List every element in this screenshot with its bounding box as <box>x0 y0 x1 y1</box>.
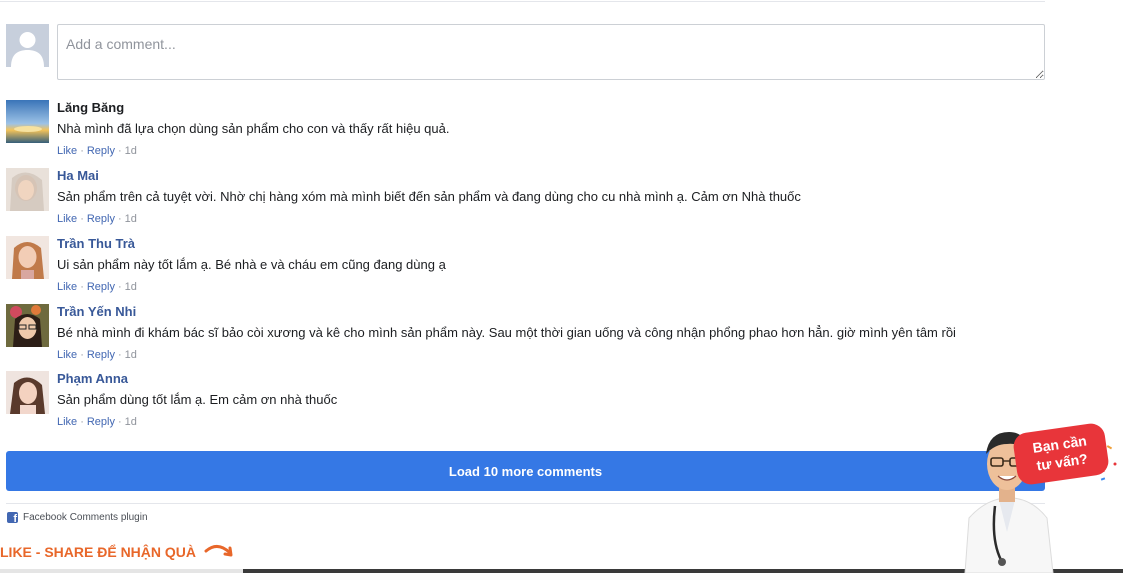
comment-actions: Like · Reply · 1d <box>57 213 137 225</box>
avatar[interactable] <box>6 236 49 279</box>
facebook-icon: f <box>7 511 18 523</box>
comment-author[interactable]: Ha Mai <box>57 168 99 184</box>
like-link[interactable]: Like <box>57 349 77 361</box>
current-user-avatar <box>6 24 49 67</box>
comment-author[interactable]: Phạm Anna <box>57 371 128 387</box>
comment-time: 1d <box>124 349 137 361</box>
reply-link[interactable]: Reply <box>87 349 115 361</box>
comment-text: Bé nhà mình đi khám bác sĩ bảo còi xương… <box>57 325 956 340</box>
like-link[interactable]: Like <box>57 281 77 293</box>
comment-item: Trần Thu Trà Ui sản phẩm này tốt lắm ạ. … <box>6 236 1046 296</box>
comment-time: 1d <box>124 213 137 225</box>
comment-author[interactable]: Lăng Băng <box>57 100 124 116</box>
comment-actions: Like · Reply · 1d <box>57 349 137 361</box>
comment-text: Sản phẩm trên cả tuyệt vời. Nhờ chị hàng… <box>57 189 801 204</box>
comment-author[interactable]: Trần Thu Trà <box>57 236 135 252</box>
comment-actions: Like · Reply · 1d <box>57 416 137 428</box>
promo-banner: LIKE - SHARE ĐỂ NHẬN QUÀ <box>0 543 234 561</box>
plugin-label: Facebook Comments plugin <box>23 511 148 523</box>
comment-item: Lăng Băng Nhà mình đã lựa chọn dùng sản … <box>6 100 1046 160</box>
promo-text: LIKE - SHARE ĐỂ NHẬN QUÀ <box>0 544 197 560</box>
bottom-bar-left <box>0 569 243 573</box>
load-more-comments-button[interactable]: Load 10 more comments <box>6 451 1045 491</box>
comment-input[interactable] <box>57 24 1045 80</box>
top-divider <box>0 1 1045 2</box>
comment-item: Ha Mai Sản phẩm trên cả tuyệt vời. Nhờ c… <box>6 168 1046 228</box>
comment-time: 1d <box>124 145 137 157</box>
consultant-widget[interactable]: Bạn cần tư vấn? <box>955 420 1123 573</box>
avatar[interactable] <box>6 304 49 347</box>
like-link[interactable]: Like <box>57 145 77 157</box>
avatar[interactable] <box>6 371 49 414</box>
like-link[interactable]: Like <box>57 213 77 225</box>
comment-item: Trần Yến Nhi Bé nhà mình đi khám bác sĩ … <box>6 304 1046 364</box>
comment-item: Phạm Anna Sản phẩm dùng tốt lắm ạ. Em cả… <box>6 371 1046 431</box>
comments-page: Lăng Băng Nhà mình đã lựa chọn dùng sản … <box>0 0 1123 573</box>
comment-text: Nhà mình đã lựa chọn dùng sản phẩm cho c… <box>57 121 450 136</box>
avatar[interactable] <box>6 168 49 211</box>
comment-actions: Like · Reply · 1d <box>57 281 137 293</box>
reply-link[interactable]: Reply <box>87 281 115 293</box>
avatar[interactable] <box>6 100 49 143</box>
comment-text: Sản phẩm dùng tốt lắm ạ. Em cảm ơn nhà t… <box>57 392 338 407</box>
reply-link[interactable]: Reply <box>87 145 115 157</box>
bottom-divider <box>6 503 1045 504</box>
comment-author[interactable]: Trần Yến Nhi <box>57 304 136 320</box>
comment-text: Ui sản phẩm này tốt lắm ạ. Bé nhà e và c… <box>57 257 446 272</box>
curved-arrow-icon <box>204 545 233 557</box>
comment-time: 1d <box>124 416 137 428</box>
facebook-plugin-link[interactable]: f Facebook Comments plugin <box>7 510 148 524</box>
reply-link[interactable]: Reply <box>87 416 115 428</box>
comment-actions: Like · Reply · 1d <box>57 145 137 157</box>
like-link[interactable]: Like <box>57 416 77 428</box>
reply-link[interactable]: Reply <box>87 213 115 225</box>
comment-time: 1d <box>124 281 137 293</box>
